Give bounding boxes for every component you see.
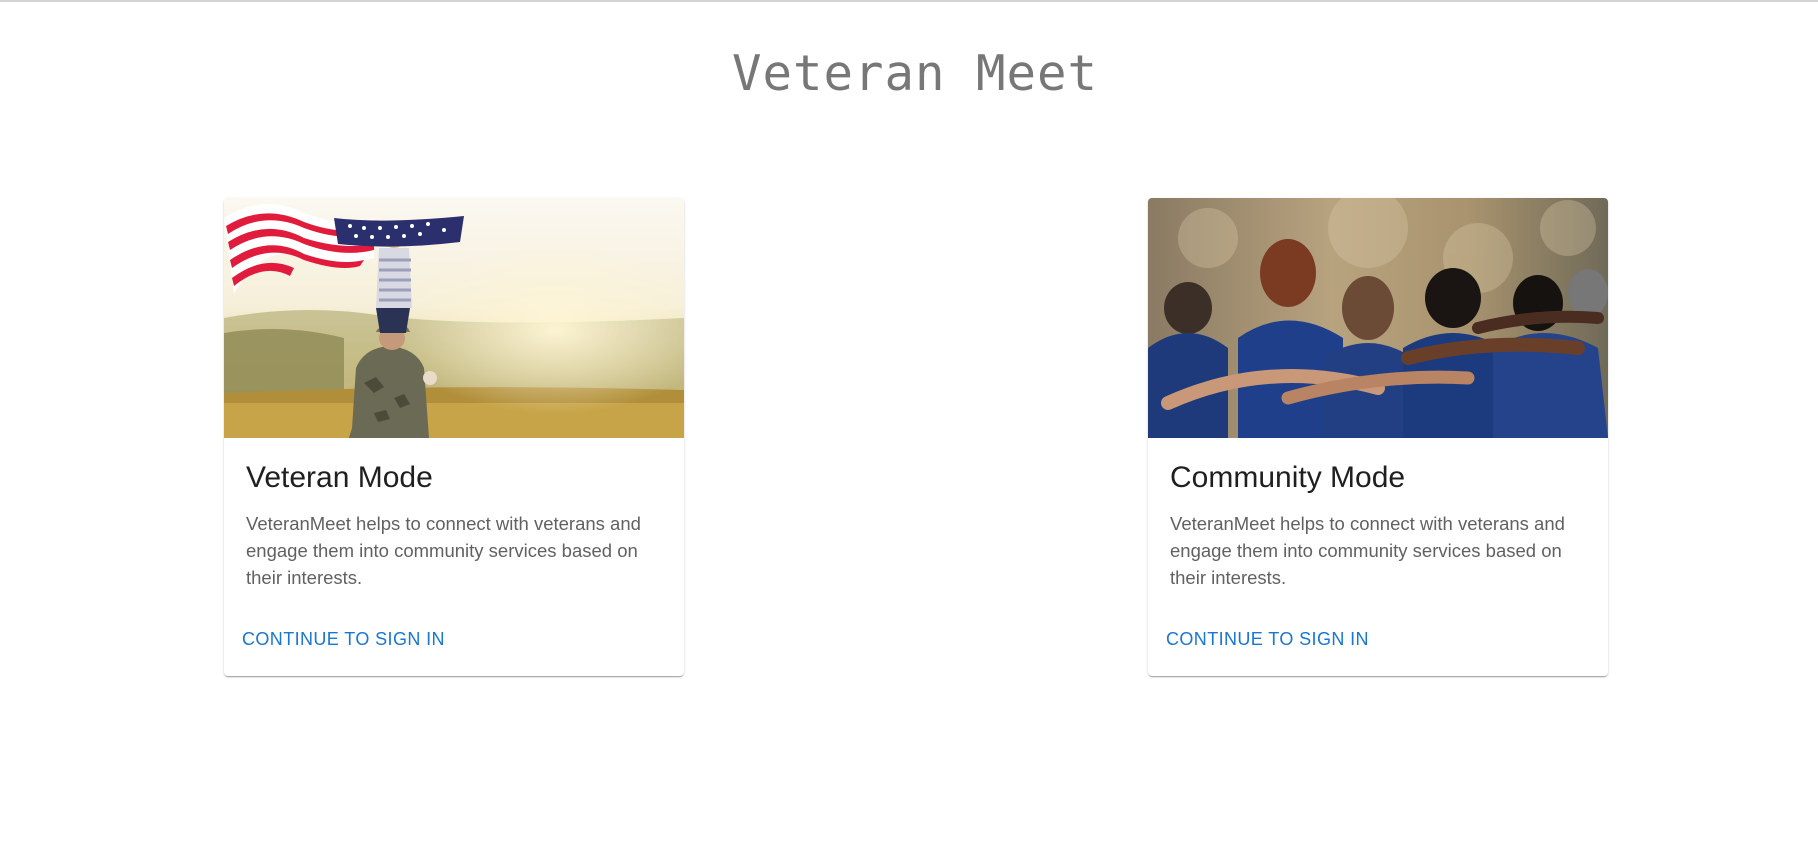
- card-title: Community Mode: [1170, 461, 1406, 494]
- community-mode-card: Community Mode VeteranMeet helps to conn…: [1148, 198, 1608, 676]
- card-description: VeteranMeet helps to connect with vetera…: [246, 513, 641, 588]
- top-divider: [0, 0, 1818, 2]
- veteran-mode-card: Veteran Mode VeteranMeet helps to connec…: [224, 198, 684, 676]
- community-continue-to-sign-in-button[interactable]: CONTINUE TO SIGN IN: [1158, 623, 1377, 656]
- veteran-continue-to-sign-in-button[interactable]: CONTINUE TO SIGN IN: [234, 623, 453, 656]
- page-title: Veteran Meet: [731, 45, 1098, 102]
- veteran-mode-image: [224, 198, 684, 438]
- card-description: VeteranMeet helps to connect with vetera…: [1170, 513, 1565, 588]
- community-mode-image: [1148, 198, 1608, 438]
- card-title: Veteran Mode: [246, 461, 433, 494]
